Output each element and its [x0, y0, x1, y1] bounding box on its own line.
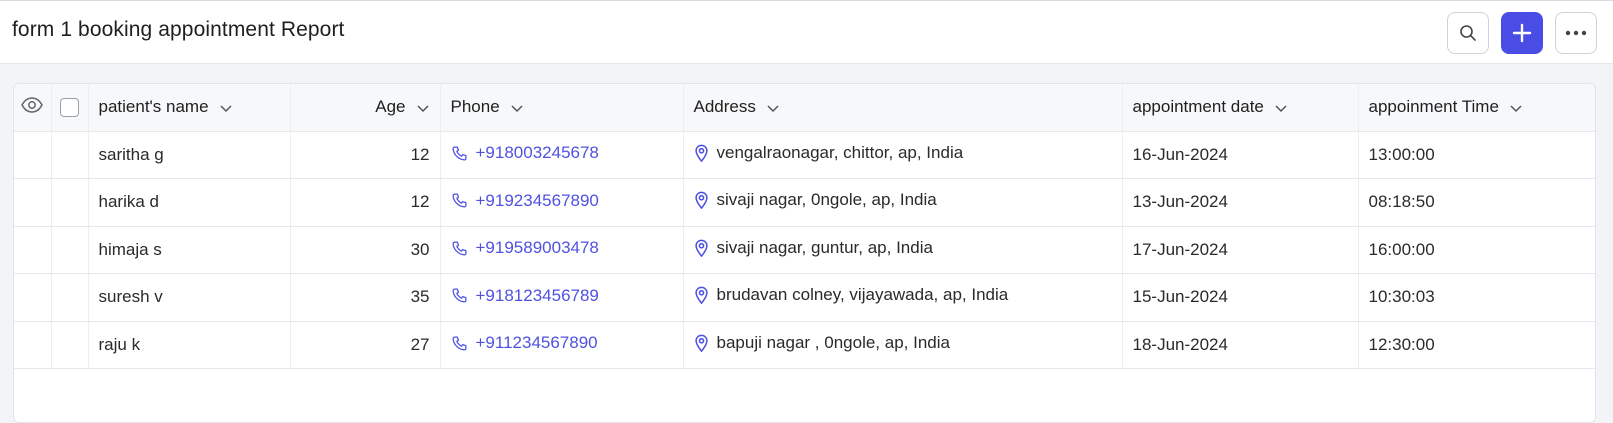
phone-link[interactable]: +919234567890 [476, 191, 599, 211]
table-row[interactable]: raju k 27 +911234567890 bapuji nagar , 0… [14, 321, 1595, 369]
cell-appointment-time: 08:18:50 [1358, 178, 1595, 227]
row-check-cell [51, 226, 89, 274]
cell-phone: +919589003478 [440, 226, 684, 274]
column-header-phone[interactable]: Phone [440, 84, 684, 132]
more-horizontal-icon [1565, 30, 1587, 36]
top-bar: form 1 booking appointment Report [0, 0, 1613, 64]
column-label: patient's name [98, 97, 209, 117]
column-label: Phone [450, 97, 500, 117]
plus-icon [1512, 23, 1532, 43]
cell-phone: +918123456789 [440, 273, 684, 322]
row-check-cell [51, 321, 89, 369]
address-text: brudavan colney, vijayawada, ap, India [716, 285, 1009, 305]
cell-age: 12 [290, 178, 441, 227]
cell-phone: +911234567890 [440, 321, 684, 369]
phone-link[interactable]: +918123456789 [476, 286, 599, 306]
chevron-down-icon [766, 100, 780, 114]
cell-patient-name: himaja s [88, 226, 291, 274]
address-text: bapuji nagar , 0ngole, ap, India [716, 332, 950, 352]
cell-phone: +918003245678 [440, 131, 684, 179]
more-options-button[interactable] [1555, 12, 1597, 54]
row-check-cell [51, 273, 89, 322]
location-pin-icon [694, 239, 709, 257]
chevron-down-icon [416, 100, 430, 114]
cell-age: 30 [290, 226, 441, 274]
cell-age: 27 [290, 321, 441, 369]
address-text: vengalraonagar, chittor, ap, India [716, 142, 964, 162]
cell-appointment-time: 13:00:00 [1358, 131, 1595, 179]
select-all-checkbox-cell [51, 84, 89, 132]
column-label: Age [375, 97, 406, 117]
cell-appointment-date: 13-Jun-2024 [1122, 178, 1359, 227]
location-pin-icon [694, 191, 709, 210]
cell-patient-name: suresh v [88, 273, 291, 322]
cell-patient-name: harika d [88, 178, 291, 227]
table-row[interactable]: harika d 12 +919234567890 sivaji nagar, … [14, 178, 1595, 227]
phone-icon [451, 287, 468, 304]
cell-appointment-date: 15-Jun-2024 [1122, 273, 1359, 322]
cell-appointment-time: 10:30:03 [1358, 273, 1595, 322]
cell-patient-name: saritha g [88, 131, 291, 179]
location-pin-icon [694, 286, 709, 305]
phone-link[interactable]: +918003245678 [476, 143, 599, 163]
cell-address: vengalraonagar, chittor, ap, India [683, 131, 1123, 179]
cell-patient-name: raju k [88, 321, 291, 369]
table-row[interactable]: saritha g 12 +918003245678 vengalraonaga… [14, 131, 1595, 179]
address-text: sivaji nagar, guntur, ap, India [716, 237, 933, 257]
phone-link[interactable]: +911234567890 [476, 333, 598, 353]
add-record-button[interactable] [1501, 12, 1543, 54]
page-title: form 1 booking appointment Report [12, 18, 345, 41]
search-icon [1459, 24, 1477, 42]
table-row[interactable]: himaja s 30 +919589003478 sivaji nagar, … [14, 226, 1595, 274]
row-eye-cell [14, 226, 52, 274]
row-eye-cell [14, 178, 52, 227]
cell-address: sivaji nagar, 0ngole, ap, India [683, 178, 1123, 227]
chevron-down-icon [219, 100, 233, 114]
search-button[interactable] [1447, 12, 1489, 54]
location-pin-icon [694, 334, 709, 352]
column-label: appointment date [1132, 97, 1264, 117]
eye-icon [21, 96, 44, 113]
phone-icon [451, 240, 468, 257]
column-header-address[interactable]: Address [683, 84, 1123, 132]
cell-appointment-date: 17-Jun-2024 [1122, 226, 1359, 274]
row-eye-cell [14, 321, 52, 369]
column-label: Address [693, 97, 756, 117]
table-body: saritha g 12 +918003245678 vengalraonaga… [14, 131, 1595, 369]
row-eye-cell [14, 273, 52, 322]
column-header-appointment-date[interactable]: appointment date [1122, 84, 1359, 132]
address-text: sivaji nagar, 0ngole, ap, India [716, 190, 937, 210]
table-header-row: patient's name Age Phone Address appoint… [14, 84, 1595, 132]
location-pin-icon [694, 144, 709, 162]
column-header-name[interactable]: patient's name [88, 84, 291, 132]
column-header-appointment-time[interactable]: appoinment Time [1358, 84, 1595, 132]
cell-phone: +919234567890 [440, 178, 684, 227]
cell-age: 12 [290, 131, 441, 179]
select-all-checkbox[interactable] [60, 98, 79, 118]
report-table: patient's name Age Phone Address appoint… [14, 84, 1595, 369]
chevron-down-icon [1509, 100, 1523, 114]
cell-address: bapuji nagar , 0ngole, ap, India [683, 321, 1123, 369]
cell-address: brudavan colney, vijayawada, ap, India [683, 273, 1123, 322]
row-check-cell [51, 178, 89, 227]
column-visibility-toggle[interactable] [14, 84, 52, 132]
column-header-age[interactable]: Age [290, 84, 441, 132]
phone-icon [451, 192, 468, 209]
cell-age: 35 [290, 273, 441, 322]
cell-appointment-date: 18-Jun-2024 [1122, 321, 1359, 369]
report-table-card: patient's name Age Phone Address appoint… [13, 83, 1596, 423]
table-row[interactable]: suresh v 35 +918123456789 brudavan colne… [14, 273, 1595, 322]
phone-link[interactable]: +919589003478 [476, 238, 599, 258]
cell-appointment-time: 12:30:00 [1358, 321, 1595, 369]
chevron-down-icon [1274, 100, 1288, 114]
row-check-cell [51, 131, 89, 179]
cell-address: sivaji nagar, guntur, ap, India [683, 226, 1123, 274]
phone-icon [451, 335, 468, 352]
chevron-down-icon [510, 100, 524, 114]
cell-appointment-date: 16-Jun-2024 [1122, 131, 1359, 179]
cell-appointment-time: 16:00:00 [1358, 226, 1595, 274]
column-label: appoinment Time [1368, 97, 1499, 117]
row-eye-cell [14, 131, 52, 179]
phone-icon [451, 145, 468, 162]
